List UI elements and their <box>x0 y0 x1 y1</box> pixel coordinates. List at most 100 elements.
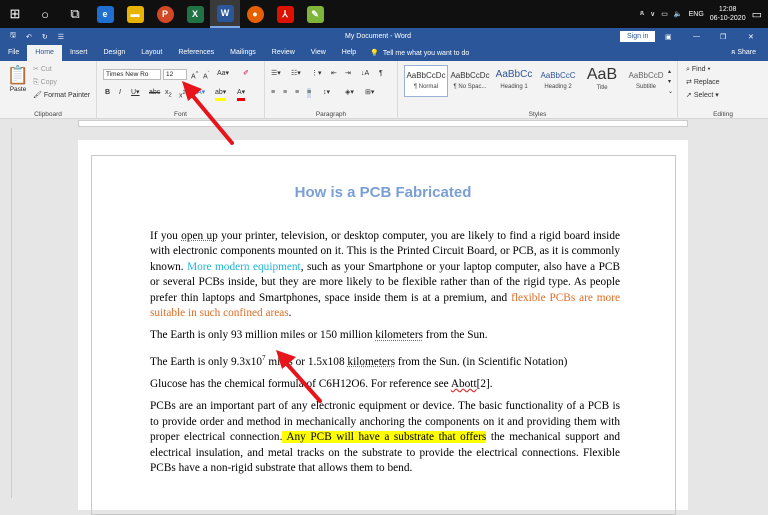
numbering-icon[interactable]: ☷▾ <box>291 69 301 79</box>
document-page[interactable]: How is a PCB Fabricated If you open up y… <box>78 140 688 515</box>
justify-icon[interactable]: ≡ <box>307 88 312 98</box>
maximize-button[interactable]: ❐ <box>720 33 726 41</box>
shrink-font-icon[interactable]: Aˇ <box>203 69 210 82</box>
shading-icon[interactable]: ◈▾ <box>345 88 354 98</box>
decrease-indent-icon[interactable]: ⇤ <box>331 69 337 79</box>
tell-me-box[interactable]: Tell me what you want to do <box>383 50 469 57</box>
signin-button[interactable]: Sign in <box>620 31 656 42</box>
style-heading-1[interactable]: AaBbCc Heading 1 <box>492 65 536 97</box>
tab-file[interactable]: File <box>0 45 27 61</box>
multilevel-list-icon[interactable]: ⋮▾ <box>311 69 322 79</box>
style-name: ¶ No Spac... <box>453 84 487 90</box>
powerpoint-icon[interactable]: P <box>150 0 180 28</box>
paragraph-2: The Earth is only 93 million miles or 15… <box>150 328 620 343</box>
taskbar: ⊞ ○ ⧉ e ▬ P X W ● ⅄ ✎ ጸ ∨ ▭ 🔈 ENG 12:08 0… <box>0 0 768 28</box>
copy-label: Copy <box>40 79 57 86</box>
replace-label: Replace <box>693 79 720 86</box>
notepad-icon[interactable]: ✎ <box>300 0 330 28</box>
style-heading-2[interactable]: AaBbCcC Heading 2 <box>536 65 580 97</box>
word-icon[interactable]: W <box>210 0 240 28</box>
document-body[interactable]: If you open up your printer, television,… <box>150 229 620 483</box>
firefox-icon[interactable]: ● <box>240 0 270 28</box>
style-title[interactable]: AaB Title <box>580 65 624 97</box>
increase-indent-icon[interactable]: ⇥ <box>345 69 351 79</box>
tab-layout[interactable]: Layout <box>133 45 170 61</box>
notifications-icon[interactable]: ▭ <box>752 8 762 21</box>
styles-more-icon[interactable]: ▴ ▾ ⌄ <box>668 67 673 97</box>
people-icon[interactable]: ጸ <box>640 10 644 18</box>
start-button[interactable]: ⊞ <box>0 0 30 28</box>
volume-icon[interactable]: 🔈 <box>674 10 683 18</box>
font-size-box[interactable]: 12 <box>163 69 187 80</box>
ribbon-display-icon[interactable]: ▣ <box>665 33 672 41</box>
tab-help[interactable]: Help <box>334 45 364 61</box>
edge-icon[interactable]: e <box>90 0 120 28</box>
show-marks-icon[interactable]: ¶ <box>379 69 383 79</box>
tab-design[interactable]: Design <box>95 45 133 61</box>
chevron-up-icon[interactable]: ∨ <box>650 10 655 18</box>
format-painter-button[interactable]: 🖌 Format Painter <box>33 91 90 101</box>
find-button[interactable]: ⌕ Find ▾ <box>686 65 710 75</box>
text-run: kilometers <box>375 329 423 342</box>
editing-group: ⌕ Find ▾ ⇄ Replace ➚ Select ▾ Editing <box>678 61 768 119</box>
cut-button[interactable]: ✂ Cut <box>33 65 52 75</box>
select-button[interactable]: ➚ Select ▾ <box>686 91 719 101</box>
style-name: Title <box>596 85 608 91</box>
superscript-button[interactable]: x2 <box>179 88 186 101</box>
close-button[interactable]: ✕ <box>748 33 754 41</box>
excel-icon[interactable]: X <box>180 0 210 28</box>
clock[interactable]: 12:08 06-10-2020 <box>710 5 746 23</box>
style-no-spacing[interactable]: AaBbCcDc ¶ No Spac... <box>448 65 492 97</box>
align-center-icon[interactable]: ≡ <box>283 88 287 98</box>
task-view-icon[interactable]: ⧉ <box>60 0 90 28</box>
search-icon[interactable]: ○ <box>30 0 60 28</box>
text-effects-icon[interactable]: A▾ <box>197 88 205 98</box>
paste-label: Paste <box>9 86 27 93</box>
align-right-icon[interactable]: ≡ <box>295 88 299 98</box>
italic-button[interactable]: I <box>119 88 121 98</box>
acrobat-icon[interactable]: ⅄ <box>270 0 300 28</box>
redo-icon[interactable]: ↻ <box>42 33 48 41</box>
vertical-ruler[interactable] <box>0 128 12 498</box>
ribbon: 📋 Paste ✂ Cut ⎘ Copy 🖌 Format Painter Cl… <box>0 61 768 119</box>
tab-home[interactable]: Home <box>27 45 62 61</box>
align-left-icon[interactable]: ≡ <box>271 88 275 98</box>
horizontal-ruler[interactable] <box>0 119 768 128</box>
file-explorer-icon[interactable]: ▬ <box>120 0 150 28</box>
strikethrough-button[interactable]: abc <box>149 88 160 98</box>
change-case-icon[interactable]: Aa▾ <box>217 69 229 79</box>
grow-font-icon[interactable]: A^ <box>191 69 198 82</box>
font-color-icon[interactable]: A▾ <box>237 88 246 101</box>
style-normal[interactable]: AaBbCcDc ¶ Normal <box>404 65 448 97</box>
clear-formatting-icon[interactable]: ✐ <box>243 69 249 79</box>
replace-button[interactable]: ⇄ Replace <box>686 78 720 88</box>
language-indicator[interactable]: ENG <box>689 11 704 18</box>
select-label: Select <box>693 92 714 99</box>
network-icon[interactable]: ▭ <box>661 10 668 18</box>
style-subtitle[interactable]: AaBbCcD Subtitle <box>624 65 668 97</box>
tab-view[interactable]: View <box>303 45 334 61</box>
customize-icon[interactable]: ☰ <box>58 33 64 41</box>
document-title: How is a PCB Fabricated <box>294 184 472 201</box>
highlight-color-icon[interactable]: ab▾ <box>215 88 227 101</box>
save-icon[interactable]: 🖫 <box>10 31 16 42</box>
sort-icon[interactable]: ↓A <box>361 69 369 79</box>
share-button[interactable]: ጸ Share <box>731 49 756 57</box>
borders-icon[interactable]: ⊞▾ <box>365 88 374 98</box>
tab-mailings[interactable]: Mailings <box>222 45 264 61</box>
tab-insert[interactable]: Insert <box>62 45 96 61</box>
line-spacing-icon[interactable]: ↕▾ <box>323 88 330 98</box>
tab-review[interactable]: Review <box>264 45 303 61</box>
font-name-box[interactable]: Times New Ro <box>103 69 161 80</box>
paste-button[interactable]: 📋 Paste <box>6 64 30 93</box>
clipboard-group: 📋 Paste ✂ Cut ⎘ Copy 🖌 Format Painter Cl… <box>0 61 97 119</box>
tab-references[interactable]: References <box>170 45 222 61</box>
subscript-button[interactable]: x2 <box>165 88 172 100</box>
underline-button[interactable]: U▾ <box>131 88 140 98</box>
ruler-track <box>78 120 688 127</box>
bold-button[interactable]: B <box>105 88 110 98</box>
undo-icon[interactable]: ↶ <box>26 33 32 41</box>
bullets-icon[interactable]: ☰▾ <box>271 69 281 79</box>
copy-button[interactable]: ⎘ Copy <box>33 78 57 88</box>
minimize-button[interactable]: — <box>693 33 700 40</box>
